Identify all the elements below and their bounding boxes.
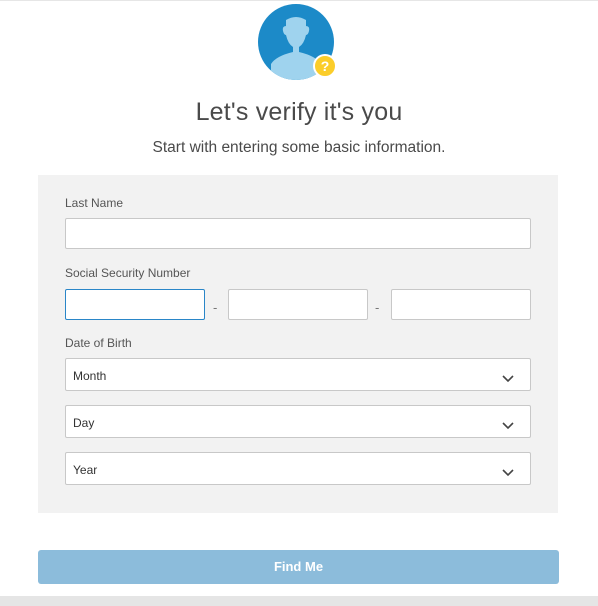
year-select-value: Year	[73, 463, 98, 477]
bottom-bar	[0, 596, 598, 606]
chevron-down-icon	[502, 417, 514, 435]
month-select[interactable]: Month	[65, 358, 531, 391]
last-name-field[interactable]	[65, 218, 531, 249]
verify-avatar: ?	[258, 4, 338, 80]
ssn-separator: -	[213, 300, 218, 315]
page-title: Let's verify it's you	[195, 98, 403, 126]
page-subtitle: Start with entering some basic informati…	[152, 139, 446, 156]
year-select[interactable]: Year	[65, 452, 531, 485]
month-select-value: Month	[73, 369, 107, 383]
day-select[interactable]: Day	[65, 405, 531, 438]
ssn-part1-field[interactable]	[65, 289, 205, 320]
find-me-button[interactable]: Find Me	[38, 550, 559, 584]
question-mark-icon: ?	[313, 54, 337, 78]
ssn-label: Social Security Number	[65, 266, 191, 280]
ssn-separator: -	[375, 300, 380, 315]
top-divider	[0, 0, 598, 1]
ssn-part2-field[interactable]	[228, 289, 368, 320]
last-name-label: Last Name	[65, 196, 124, 210]
dob-label: Date of Birth	[65, 336, 132, 350]
ssn-part3-field[interactable]	[391, 289, 531, 320]
chevron-down-icon	[502, 464, 514, 482]
chevron-down-icon	[502, 370, 514, 388]
verification-form: Last Name Social Security Number - - Dat…	[38, 175, 558, 513]
day-select-value: Day	[73, 416, 95, 430]
